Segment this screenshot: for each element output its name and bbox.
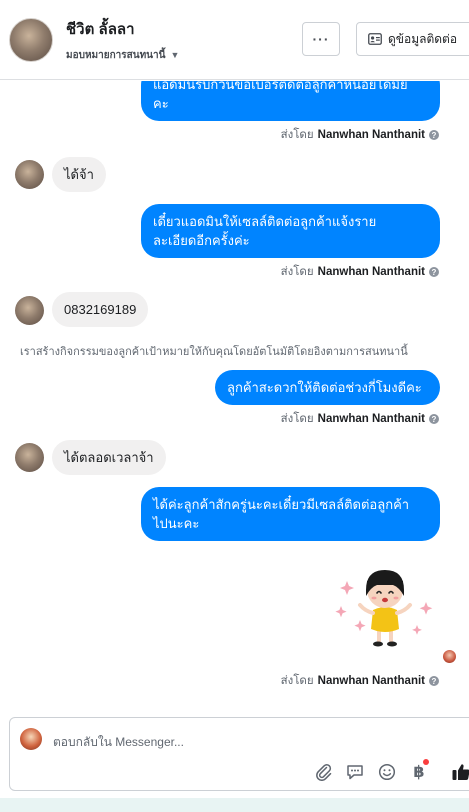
outgoing-message[interactable]: ได้ค่ะลูกค้าสักครู่นะคะเดี๋ยวมีเซลล์ติดต… [141,487,440,541]
page-avatar [20,728,42,750]
outgoing-message[interactable]: ลูกค้าสะดวกให้ติดต่อช่วงกี่โมงดีคะ [215,370,440,405]
help-icon[interactable]: ? [429,676,439,686]
sender-name[interactable]: Nanwhan Nanthanit [318,675,425,687]
help-icon[interactable]: ? [429,267,439,277]
sender-name[interactable]: Nanwhan Nanthanit [318,266,425,278]
sent-by-label: ส่งโดย Nanwhan Nanthanit ? [281,410,439,428]
contact-avatar-small[interactable] [15,296,44,325]
contact-name[interactable]: ชีวิต ลั้ลลา [66,17,179,41]
contact-card-icon [368,33,382,45]
sent-by-label: ส่งโดย Nanwhan Nanthanit ? [281,672,439,690]
help-icon[interactable]: ? [429,130,439,140]
incoming-message[interactable]: ได้ตลอดเวลาจ้า [52,440,166,475]
system-notice: เราสร้างกิจกรรมของลูกค้าเป้าหมายให้กับคุ… [20,346,408,358]
contact-avatar[interactable] [9,17,53,62]
help-icon[interactable]: ? [429,414,439,424]
outgoing-message[interactable]: เดี๋ยวแอดมินให้เซลล์ติดต่อลูกค้าแจ้งราย … [141,204,440,258]
more-options-button[interactable]: ··· [302,22,340,56]
sender-name[interactable]: Nanwhan Nanthanit [318,129,425,141]
sender-name[interactable]: Nanwhan Nanthanit [318,413,425,425]
sent-by-label: ส่งโดย Nanwhan Nanthanit ? [281,263,439,281]
incoming-message[interactable]: ได้จ้า [52,157,106,192]
bottom-strip [0,798,469,812]
notification-dot [423,759,429,765]
contact-info: ชีวิต ลั้ลลา มอบหมายการสนทนานี้ ▼ [66,17,179,63]
contact-avatar-small[interactable] [15,443,44,472]
chat-bubble-icon[interactable] [345,762,365,782]
thumbs-up-icon[interactable] [451,762,469,782]
incoming-message[interactable]: 0832169189 [52,292,149,327]
message-thread[interactable]: แอดมินรบกวนขอเบอร์ติดต่อลูกค้าหน่อยได้มั… [0,81,469,713]
emoji-icon[interactable] [377,762,397,782]
view-contact-info-button[interactable]: ดูข้อมูลติดต่อ [356,22,469,56]
reply-input[interactable]: ตอบกลับใน Messenger... [53,733,184,752]
happy-girl-sticker[interactable] [333,565,439,649]
baht-icon[interactable]: ฿ [409,759,429,782]
sent-by-label: ส่งโดย Nanwhan Nanthanit ? [281,126,439,144]
outgoing-message[interactable]: แอดมินรบกวนขอเบอร์ติดต่อลูกค้าหน่อยได้มั… [141,81,440,121]
assign-conversation-dropdown[interactable]: มอบหมายการสนทนานี้ ▼ [66,48,179,63]
more-icon: ··· [312,31,330,47]
caret-down-icon: ▼ [170,50,180,60]
paperclip-icon[interactable] [314,762,334,782]
reply-composer[interactable]: ตอบกลับใน Messenger... ฿ [9,717,469,791]
seen-indicator-avatar [443,650,456,663]
view-contact-info-label: ดูข้อมูลติดต่อ [388,31,458,46]
assign-label: มอบหมายการสนทนานี้ [66,49,166,61]
contact-avatar-small[interactable] [15,160,44,189]
